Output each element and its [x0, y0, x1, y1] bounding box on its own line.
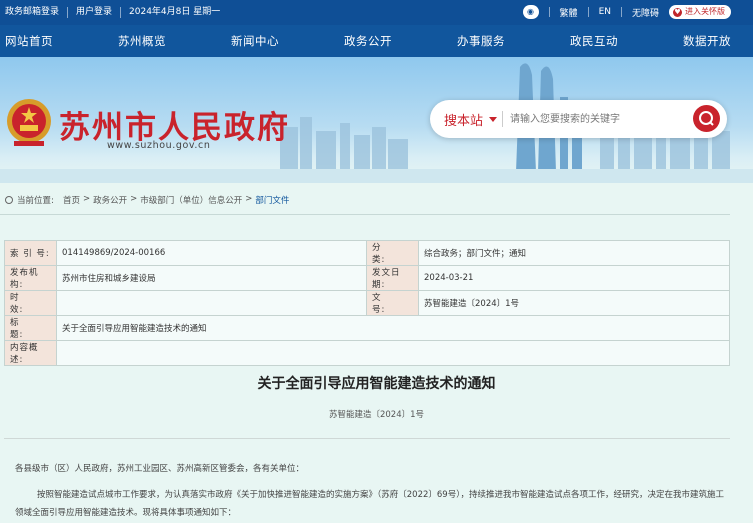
- divider: [4, 438, 730, 439]
- gov-mail-login-link[interactable]: 政务邮箱登录: [5, 7, 69, 18]
- title-label: 标 题:: [4, 315, 57, 341]
- site-search-box: 搜本站: [430, 100, 727, 138]
- article-paragraph: 按照智能建造试点城市工作要求，为认真落实市政府《关于加快推进智能建造的实施方案》…: [15, 490, 724, 518]
- nav-open-data[interactable]: 数据开放: [683, 25, 731, 57]
- validity-label: 时 效:: [4, 290, 57, 316]
- breadcrumb-sep: >: [245, 194, 253, 204]
- national-emblem-icon: [7, 99, 51, 146]
- current-date: 2024年4月8日 星期一: [129, 7, 221, 17]
- nav-home[interactable]: 网站首页: [5, 25, 53, 57]
- top-left-links: 政务邮箱登录 用户登录 2024年4月8日 星期一: [5, 7, 228, 18]
- breadcrumb-current[interactable]: 部门文件: [255, 194, 289, 206]
- breadcrumb-items: 首页 > 政务公开 > 市级部门（单位）信息公开 > 部门文件: [63, 194, 289, 206]
- index-value: 014149869/2024-00166: [56, 240, 367, 266]
- table-row: 内容概述:: [4, 340, 730, 366]
- main-nav: 网站首页 苏州概览 新闻中心 政务公开 办事服务 政民互动 数据开放: [0, 25, 753, 57]
- search-icon: [699, 111, 714, 126]
- wechat-icon[interactable]: ◉: [522, 5, 539, 19]
- search-input[interactable]: [510, 111, 680, 127]
- divider: [587, 7, 589, 17]
- issuer-value: 苏州市住房和城乡建设局: [56, 265, 367, 291]
- breadcrumb: 当前位置: 首页 > 政务公开 > 市级部门（单位）信息公开 > 部门文件: [0, 188, 753, 208]
- breadcrumb-home[interactable]: 首页: [63, 194, 80, 206]
- divider: [548, 7, 550, 17]
- document-meta-table: 索 引 号: 014149869/2024-00166 分 类: 综合政务；部门…: [4, 240, 730, 366]
- divider: [620, 7, 622, 17]
- breadcrumb-gov-affairs[interactable]: 政务公开: [93, 194, 127, 206]
- divider: [502, 111, 503, 127]
- category-value: 综合政务；部门文件；通知: [418, 240, 730, 266]
- title-value: 关于全面引导应用智能建造技术的通知: [56, 315, 730, 341]
- nav-news[interactable]: 新闻中心: [231, 25, 279, 57]
- nav-overview[interactable]: 苏州概览: [118, 25, 166, 57]
- accessibility-link[interactable]: 无障碍: [632, 6, 659, 19]
- docnum-value: 苏智能建造〔2024〕1号: [418, 290, 730, 316]
- date-label: 发文日期:: [366, 265, 419, 291]
- summary-value: [56, 340, 730, 366]
- user-login-link[interactable]: 用户登录: [68, 7, 122, 18]
- traditional-chinese-link[interactable]: 繁體: [560, 6, 578, 19]
- search-button[interactable]: [693, 105, 720, 132]
- top-right-tools: ◉ 繁體 EN 无障碍 ♥ 进入关怀版: [522, 5, 731, 19]
- breadcrumb-sep: >: [83, 194, 91, 204]
- location-pin-icon: [5, 196, 13, 204]
- nav-gov-affairs[interactable]: 政务公开: [344, 25, 392, 57]
- site-url: www.suzhou.gov.cn: [107, 140, 211, 151]
- table-row: 发布机构: 苏州市住房和城乡建设局 发文日期: 2024-03-21: [4, 265, 730, 291]
- article-title: 关于全面引导应用智能建造技术的通知: [257, 376, 496, 392]
- header-banner: 苏州市人民政府 www.suzhou.gov.cn 搜本站: [0, 57, 753, 183]
- date-value: 2024-03-21: [418, 265, 730, 291]
- care-mode-button[interactable]: ♥ 进入关怀版: [669, 5, 731, 19]
- nav-interaction[interactable]: 政民互动: [570, 25, 618, 57]
- nav-services[interactable]: 办事服务: [457, 25, 505, 57]
- breadcrumb-prefix: 当前位置:: [5, 194, 54, 206]
- care-mode-label: 进入关怀版: [685, 7, 725, 16]
- table-row: 索 引 号: 014149869/2024-00166 分 类: 综合政务；部门…: [4, 240, 730, 266]
- chevron-down-icon[interactable]: [489, 117, 497, 122]
- docnum-label: 文 号:: [366, 290, 419, 316]
- top-utility-bar: 政务邮箱登录 用户登录 2024年4月8日 星期一 ◉ 繁體 EN 无障碍 ♥ …: [0, 0, 753, 25]
- search-scope-select[interactable]: 搜本站: [444, 110, 483, 129]
- issuer-label: 发布机构:: [4, 265, 57, 291]
- article-salutation: 各县级市（区）人民政府，苏州工业园区、苏州高新区管委会，各有关单位：: [15, 464, 305, 474]
- index-label: 索 引 号:: [4, 240, 57, 266]
- divider: [0, 214, 730, 215]
- category-label: 分 类:: [366, 240, 419, 266]
- english-link[interactable]: EN: [599, 7, 611, 17]
- table-row: 标 题: 关于全面引导应用智能建造技术的通知: [4, 315, 730, 341]
- heart-icon: ♥: [673, 7, 682, 17]
- breadcrumb-dept-info[interactable]: 市级部门（单位）信息公开: [140, 194, 242, 206]
- table-row: 时 效: 文 号: 苏智能建造〔2024〕1号: [4, 290, 730, 316]
- breadcrumb-sep: >: [130, 194, 138, 204]
- article-doc-number: 苏智能建造〔2024〕1号: [328, 410, 425, 420]
- validity-value: [56, 290, 367, 316]
- summary-label: 内容概述:: [4, 340, 57, 366]
